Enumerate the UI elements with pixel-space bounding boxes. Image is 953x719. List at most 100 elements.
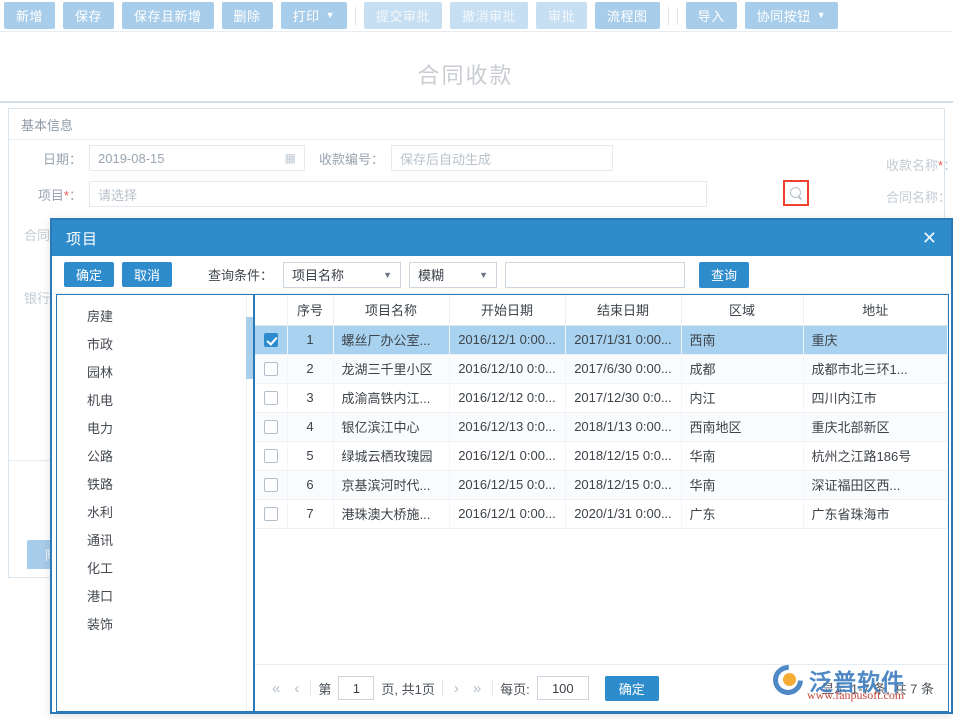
- row-checkbox[interactable]: [264, 449, 278, 463]
- next-page-icon[interactable]: ›: [447, 680, 466, 697]
- row-start: 2016/12/1 0:00...: [449, 441, 565, 470]
- category-item-shuili[interactable]: 水利: [57, 497, 255, 525]
- category-sidebar: 房建 市政 园林 机电 电力 公路 铁路 水利 通讯 化工 港口 装饰: [56, 294, 255, 712]
- toolbar-button-delete[interactable]: 删除: [222, 2, 273, 29]
- category-item-dianli[interactable]: 电力: [57, 413, 255, 441]
- row-area: 华南: [681, 441, 803, 470]
- category-item-zhuangshi[interactable]: 装饰: [57, 609, 255, 637]
- project-grid-pane: 序号 项目名称 开始日期 结束日期 区域 地址 1: [255, 294, 949, 712]
- pagination-confirm-button[interactable]: 确定: [605, 676, 659, 701]
- row-checkbox-cell[interactable]: [255, 470, 287, 499]
- row-checkbox[interactable]: [264, 362, 278, 376]
- contract-name-label: 合同名称：: [886, 187, 951, 206]
- prev-page-icon[interactable]: ‹: [287, 680, 306, 697]
- project-search-button[interactable]: [783, 180, 809, 206]
- row-checkbox-cell[interactable]: [255, 441, 287, 470]
- category-item-tielu[interactable]: 铁路: [57, 469, 255, 497]
- row-checkbox-cell[interactable]: [255, 499, 287, 528]
- category-item-label: 园林: [87, 362, 113, 381]
- toolbar-button-flowchart[interactable]: 流程图: [595, 2, 660, 29]
- row-checkbox[interactable]: [264, 420, 278, 434]
- row-checkbox[interactable]: [264, 478, 278, 492]
- row-address: 成都市北三环1...: [803, 354, 948, 383]
- table-row[interactable]: 5 绿城云栖玫瑰园 2016/12/1 0:00... 2018/12/15 0…: [255, 441, 948, 470]
- app-root: 新增 保存 保存且新增 删除 打印▼ 提交审批 撤消审批 审批 流程图 导入 协…: [0, 0, 953, 719]
- row-start: 2016/12/1 0:00...: [449, 499, 565, 528]
- toolbar-button-save-and-add[interactable]: 保存且新增: [122, 2, 214, 29]
- query-match-select[interactable]: 模糊 ▼: [409, 262, 497, 288]
- toolbar-button-cancel-approval[interactable]: 撤消审批: [450, 2, 528, 29]
- category-item-yuanlin[interactable]: 园林: [57, 357, 255, 385]
- query-button[interactable]: 查询: [699, 262, 749, 288]
- dialog-confirm-button[interactable]: 确定: [64, 262, 114, 287]
- row-area: 华南: [681, 470, 803, 499]
- toolbar-button-approval[interactable]: 审批: [536, 2, 587, 29]
- row-checkbox[interactable]: [264, 333, 278, 347]
- page-suffix-label: 页, 共1页: [378, 679, 437, 698]
- toolbar-button-collaborate-label: 协同按钮: [757, 6, 811, 25]
- row-checkbox-cell[interactable]: [255, 325, 287, 354]
- toolbar-button-approval-label: 审批: [548, 6, 575, 25]
- row-address: 重庆: [803, 325, 948, 354]
- dialog-toolbar: 确定 取消 查询条件： 项目名称 ▼ 模糊 ▼ 查询: [52, 256, 951, 294]
- row-checkbox-cell[interactable]: [255, 412, 287, 441]
- category-item-gangkou[interactable]: 港口: [57, 581, 255, 609]
- row-end: 2018/1/13 0:00...: [565, 412, 681, 441]
- toolbar-button-add[interactable]: 新增: [4, 2, 55, 29]
- category-item-huagong[interactable]: 化工: [57, 553, 255, 581]
- query-field-select[interactable]: 项目名称 ▼: [283, 262, 401, 288]
- toolbar-button-submit-approval[interactable]: 提交审批: [364, 2, 442, 29]
- query-field-value: 项目名称: [292, 265, 344, 284]
- receipt-name-label: 收款名称*：: [886, 155, 953, 174]
- category-item-tongxun[interactable]: 通讯: [57, 525, 255, 553]
- row-end: 2018/12/15 0:0...: [565, 470, 681, 499]
- pagination-bar: « ‹ 第 页, 共1页 › » 每页: 确定 显示 1-7 条, 共 7 条: [255, 664, 948, 711]
- row-end: 2017/6/30 0:00...: [565, 354, 681, 383]
- per-page-input[interactable]: [537, 676, 589, 700]
- date-input[interactable]: 2019-08-15 ▦: [89, 145, 305, 171]
- last-page-icon[interactable]: »: [466, 680, 488, 697]
- table-row[interactable]: 3 成渝高铁内江... 2016/12/12 0:0... 2017/12/30…: [255, 383, 948, 412]
- category-item-shizheng[interactable]: 市政: [57, 329, 255, 357]
- calendar-icon[interactable]: ▦: [285, 151, 296, 165]
- row-checkbox[interactable]: [264, 391, 278, 405]
- table-row[interactable]: 1 螺丝厂办公室... 2016/12/1 0:00... 2017/1/31 …: [255, 325, 948, 354]
- toolbar-button-print[interactable]: 打印▼: [281, 2, 347, 29]
- toolbar-button-save-and-add-label: 保存且新增: [134, 6, 202, 25]
- toolbar-button-import[interactable]: 导入: [686, 2, 737, 29]
- table-row[interactable]: 2 龙湖三千里小区 2016/12/10 0:0... 2017/6/30 0:…: [255, 354, 948, 383]
- chevron-down-icon: ▼: [326, 11, 335, 20]
- category-item-label: 公路: [87, 446, 113, 465]
- category-item-gonglu[interactable]: 公路: [57, 441, 255, 469]
- row-address: 四川内江市: [803, 383, 948, 412]
- page-number-input[interactable]: [338, 676, 374, 700]
- date-label: 日期：: [15, 149, 89, 168]
- first-page-icon[interactable]: «: [265, 680, 287, 697]
- toolbar-button-collaborate[interactable]: 协同按钮▼: [745, 2, 838, 29]
- record-count-status: 显示 1-7 条, 共 7 条: [821, 679, 934, 698]
- query-keyword-input[interactable]: [505, 262, 685, 288]
- header-name: 项目名称: [333, 295, 449, 325]
- row-start: 2016/12/13 0:0...: [449, 412, 565, 441]
- table-row[interactable]: 6 京基滨河时代... 2016/12/15 0:0... 2018/12/15…: [255, 470, 948, 499]
- toolbar-bottom-rule: [0, 31, 953, 32]
- project-input[interactable]: 请选择: [89, 181, 707, 207]
- row-address: 广东省珠海市: [803, 499, 948, 528]
- form-row-date: 日期： 2019-08-15 ▦ 收款编号： 保存后自动生成: [9, 140, 944, 176]
- table-row[interactable]: 7 港珠澳大桥施... 2016/12/1 0:00... 2020/1/31 …: [255, 499, 948, 528]
- row-checkbox-cell[interactable]: [255, 383, 287, 412]
- row-end: 2018/12/15 0:0...: [565, 441, 681, 470]
- receipt-no-input[interactable]: 保存后自动生成: [391, 145, 613, 171]
- chevron-down-icon: ▼: [469, 270, 488, 280]
- row-index: 7: [287, 499, 333, 528]
- dialog-cancel-button[interactable]: 取消: [122, 262, 172, 287]
- row-name: 成渝高铁内江...: [333, 383, 449, 412]
- category-item-jidian[interactable]: 机电: [57, 385, 255, 413]
- header-address: 地址: [803, 295, 948, 325]
- toolbar-button-save[interactable]: 保存: [63, 2, 114, 29]
- table-row[interactable]: 4 银亿滨江中心 2016/12/13 0:0... 2018/1/13 0:0…: [255, 412, 948, 441]
- row-checkbox-cell[interactable]: [255, 354, 287, 383]
- close-icon[interactable]: ✕: [922, 229, 937, 247]
- category-item-fangjian[interactable]: 房建: [57, 301, 255, 329]
- row-checkbox[interactable]: [264, 507, 278, 521]
